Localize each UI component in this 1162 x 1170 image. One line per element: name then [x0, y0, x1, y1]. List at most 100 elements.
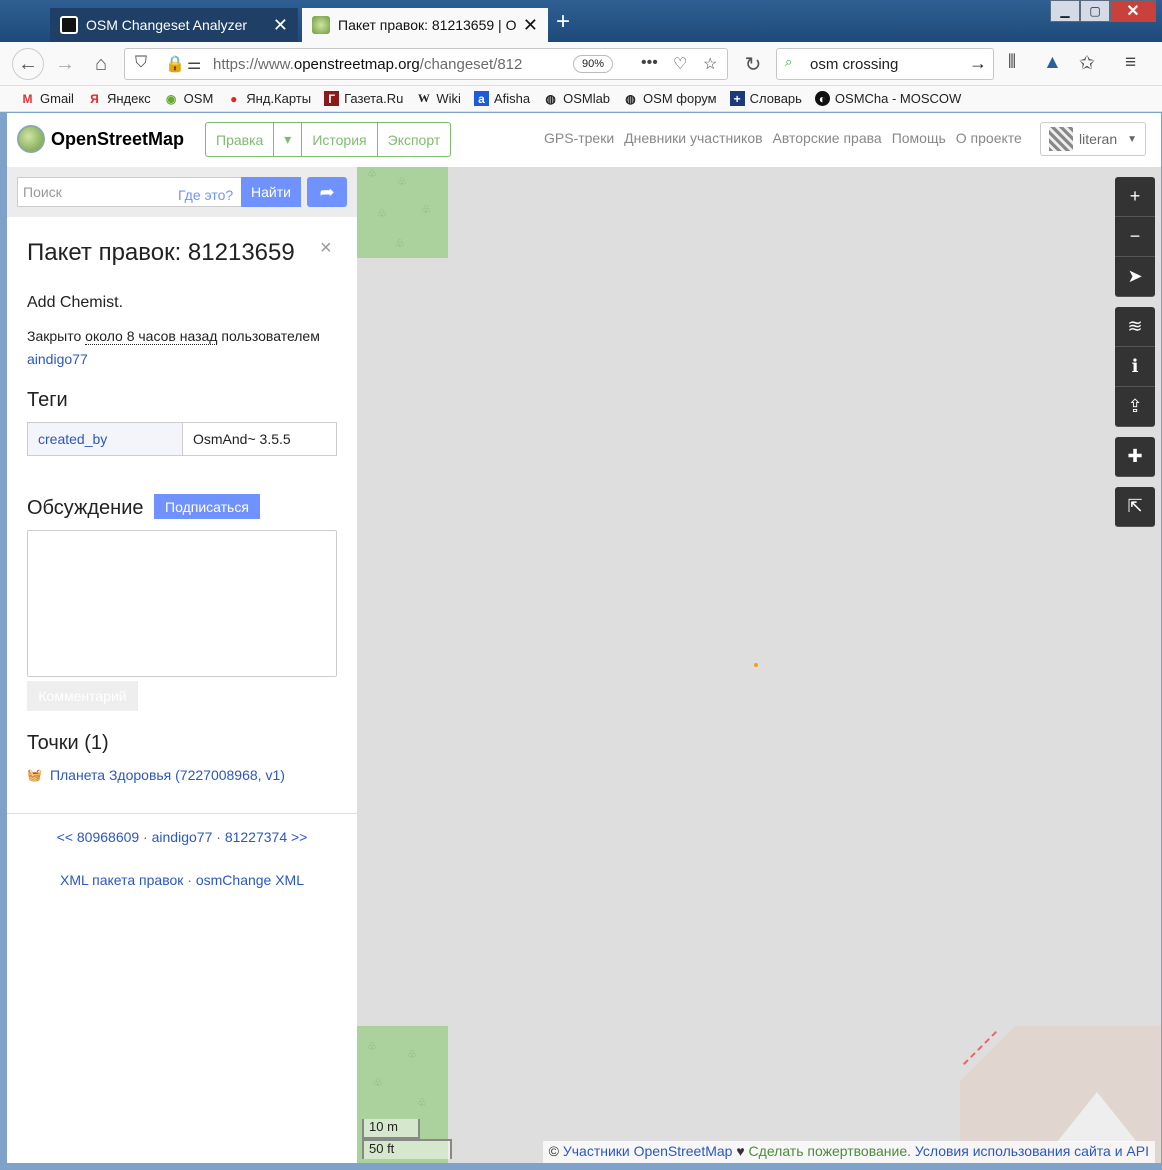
search-text[interactable]: osm crossing [810, 56, 898, 73]
user-menu[interactable]: literan ▼ [1040, 122, 1146, 156]
logo-text: OpenStreetMap [51, 128, 185, 149]
minimize-icon[interactable]: ▁ [1050, 0, 1080, 22]
osmchange-xml-link[interactable]: osmChange XML [196, 872, 304, 888]
link-about[interactable]: О проекте [956, 130, 1022, 146]
window-close-icon[interactable]: ✕ [1110, 0, 1156, 22]
layers-icon[interactable]: ≋ [1115, 307, 1155, 347]
share-icon[interactable]: ⇪ [1115, 387, 1155, 427]
edit-dropdown-icon[interactable]: ▾ [274, 123, 303, 156]
bookmark-osmcha[interactable]: ◐ OSMCha - MOSCOW [814, 91, 961, 106]
page-actions-icon[interactable]: ••• [641, 54, 658, 72]
menu-icon[interactable]: ≡ [1125, 52, 1136, 74]
user-link[interactable]: aindigo77 [27, 351, 88, 367]
osm-logo[interactable]: OpenStreetMap [17, 125, 184, 153]
search-bar[interactable]: ⌕ osm crossing → [776, 48, 994, 80]
library-icon[interactable]: ⫴ [1008, 52, 1016, 74]
new-tab-icon[interactable]: + [556, 8, 570, 36]
home-icon[interactable]: ⌂ [86, 50, 116, 78]
maximize-icon[interactable]: ▢ [1080, 0, 1110, 22]
close-icon[interactable]: ✕ [273, 15, 288, 36]
next-changeset-link[interactable]: 81227374 >> [225, 829, 308, 845]
find-button[interactable]: Найти [241, 177, 301, 207]
bookmark-gmail[interactable]: M Gmail [20, 91, 74, 106]
tag-value: OsmAnd~ 3.5.5 [193, 431, 291, 447]
zoom-out-icon[interactable]: − [1115, 217, 1155, 257]
navigation-toolbar: ← → ⌂ ⛉ 🔒 ⚌ https://www.openstreetmap.or… [0, 42, 1162, 86]
osm-icon: ◉ [165, 91, 177, 106]
url-bar[interactable]: ⛉ 🔒 ⚌ https://www.openstreetmap.org/chan… [124, 48, 728, 80]
permissions-icon[interactable]: ⚌ [187, 54, 201, 74]
subscribe-button[interactable]: Подписаться [154, 494, 260, 519]
tab-osm-changeset-analyzer[interactable]: OSM Changeset Analyzer ✕ [50, 8, 298, 42]
edit-button[interactable]: Правка [206, 123, 275, 156]
node-link[interactable]: Планета Здоровья (7227008968, v1) [50, 767, 285, 783]
pocket-icon[interactable]: ♡ [673, 54, 687, 74]
tab-title: OSM Changeset Analyzer [86, 17, 248, 33]
link-help[interactable]: Помощь [892, 130, 946, 146]
zoom-in-icon[interactable]: + [1115, 177, 1155, 217]
bookmark-osm-forum[interactable]: ◍ OSM форум [623, 91, 716, 106]
add-note-icon[interactable]: ✚ [1115, 437, 1155, 477]
info-icon[interactable]: ℹ [1115, 347, 1155, 387]
osm-logo-icon [17, 125, 45, 153]
map-canvas[interactable]: ♧ ♧ ♧ ♧ ♧ ♧ ♧ ♧ ♧ + − ➤ ≋ ℹ ⇪ ✚ ⇱ 10 m 50 ft… [357, 167, 1161, 1163]
history-button[interactable]: История [302, 123, 378, 156]
where-is-this-link[interactable]: Где это? [178, 187, 233, 203]
download-links: XML пакета правок · osmChange XML [59, 872, 305, 888]
edit-button-group: Правка ▾ История Экспорт [205, 122, 452, 157]
bookmark-afisha[interactable]: a Afisha [473, 91, 530, 106]
bookmark-gazeta[interactable]: Г Газета.Ru [324, 91, 403, 106]
bookmark-yandex[interactable]: Я Яндекс [87, 91, 151, 106]
changeset-xml-link[interactable]: XML пакета правок [60, 872, 183, 888]
heart-icon: ♥ [736, 1143, 745, 1159]
star-list-icon[interactable]: ✩ [1079, 52, 1095, 75]
export-button[interactable]: Экспорт [378, 123, 451, 156]
contributors-link[interactable]: Участники OpenStreetMap [563, 1143, 733, 1159]
link-copyright[interactable]: Авторские права [773, 130, 882, 146]
dictionary-icon: + [729, 91, 745, 106]
tab-changeset[interactable]: Пакет правок: 81213659 | Oper ✕ [302, 8, 548, 42]
close-icon[interactable]: ✕ [523, 15, 538, 36]
basket-icon: 🧺 [27, 768, 42, 782]
url-text[interactable]: https://www.openstreetmap.org/changeset/… [213, 56, 533, 73]
bookmark-dictionary[interactable]: + Словарь [729, 91, 802, 106]
discussion-heading: Обсуждение [27, 497, 144, 519]
tag-key[interactable]: created_by [28, 423, 183, 455]
query-features-icon[interactable]: ⇱ [1115, 487, 1155, 527]
shield-icon[interactable]: ⛉ [135, 54, 147, 72]
forward-icon[interactable]: → [50, 50, 80, 78]
reload-icon[interactable]: ↻ [738, 50, 768, 78]
link-diaries[interactable]: Дневники участников [624, 130, 762, 146]
close-icon[interactable]: × [320, 237, 332, 260]
username: literan [1079, 131, 1118, 147]
search-engine-icon[interactable]: ⌕ [785, 54, 792, 70]
comment-button[interactable]: Комментарий [27, 681, 138, 711]
directions-icon[interactable]: ➦ [307, 177, 347, 207]
map-shape [1057, 1092, 1137, 1142]
bookmark-osm[interactable]: ◉ OSM [164, 91, 213, 106]
browser-titlebar: OSM Changeset Analyzer ✕ Пакет правок: 8… [0, 0, 1162, 42]
go-arrow-icon[interactable]: → [969, 53, 987, 74]
scale-imperial: 50 ft [362, 1139, 452, 1159]
terms-link[interactable]: Условия использования сайта и API [915, 1143, 1149, 1159]
locate-icon[interactable]: ➤ [1115, 257, 1155, 297]
lock-icon[interactable]: 🔒 [165, 54, 185, 74]
bookmark-wiki[interactable]: W Wiki [416, 91, 461, 106]
zoom-level[interactable]: 90% [573, 55, 613, 73]
comment-textarea[interactable] [27, 530, 337, 677]
changeset-node-marker[interactable] [754, 663, 758, 667]
bookmark-osmlab[interactable]: ◍ OSMlab [543, 91, 610, 106]
bookmark-yandex-maps[interactable]: ● Янд.Карты [226, 91, 311, 106]
bookmark-star-icon[interactable]: ☆ [703, 54, 717, 74]
closed-prefix: Закрыто [27, 328, 82, 344]
extension-icon[interactable]: ▲ [1043, 52, 1062, 74]
link-gps-traces[interactable]: GPS-треки [544, 130, 614, 146]
list-item[interactable]: 🧺 Планета Здоровья (7227008968, v1) [27, 767, 285, 783]
gazeta-icon: Г [324, 91, 340, 106]
donate-link[interactable]: Сделать пожертвование. [749, 1143, 911, 1159]
search-row: Поиск Где это? Найти ➦ [7, 167, 357, 217]
back-icon[interactable]: ← [12, 48, 44, 80]
user-changesets-link[interactable]: aindigo77 [152, 829, 213, 845]
prev-changeset-link[interactable]: << 80968609 [57, 829, 140, 845]
nodes-heading: Точки (1) [27, 732, 109, 754]
